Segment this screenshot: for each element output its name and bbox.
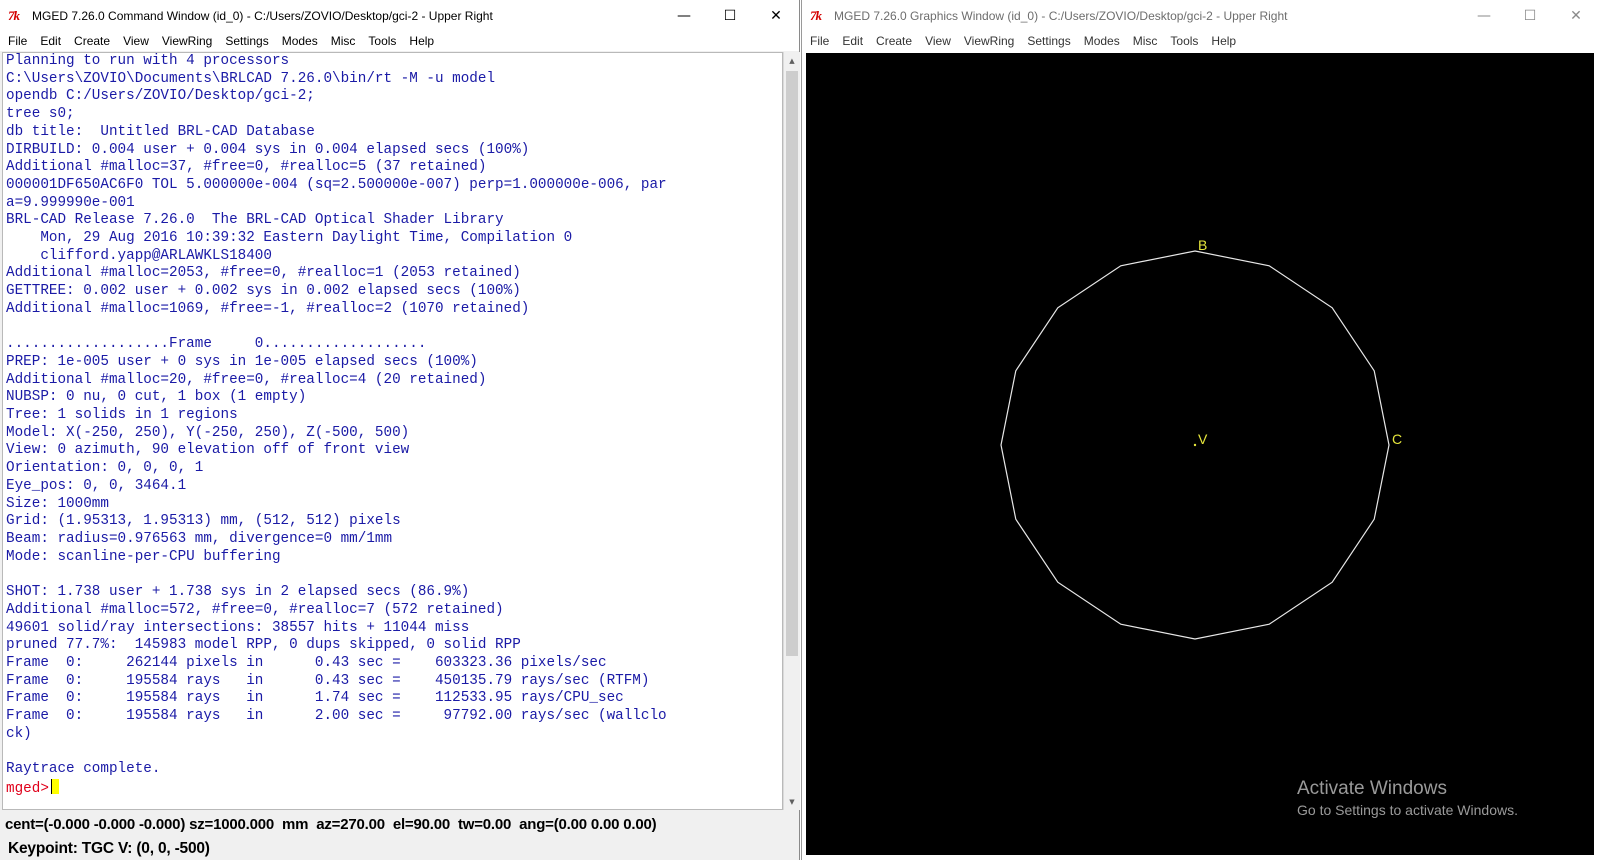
console-line: DIRBUILD: 0.004 user + 0.004 sys in 0.00… <box>6 141 530 158</box>
console-text-area[interactable]: Planning to run with 4 processors C:\User… <box>2 52 783 810</box>
console-line: Additional #malloc=2053, #free=0, #reall… <box>6 265 521 282</box>
graphics-window-title: MGED 7.26.0 Graphics Window (id_0) - C:/… <box>834 8 1288 23</box>
console-line: SHOT: 1.738 user + 1.738 sys in 2 elapse… <box>6 584 470 601</box>
watermark-subtitle: Go to Settings to activate Windows. <box>1297 802 1518 818</box>
console-line: Mon, 29 Aug 2016 10:39:32 Eastern Daylig… <box>6 230 573 247</box>
menu-modes[interactable]: Modes <box>1084 34 1120 48</box>
graphics-viewport[interactable]: B C V <box>806 53 1594 855</box>
console-line: Mode: scanline-per-CPU buffering <box>6 548 281 565</box>
console-output: Planning to run with 4 processors C:\User… <box>6 53 776 799</box>
menu-modes[interactable]: Modes <box>282 34 318 48</box>
console-line: Planning to run with 4 processors <box>6 53 290 69</box>
menu-edit[interactable]: Edit <box>842 34 863 48</box>
menu-viewring[interactable]: ViewRing <box>162 34 212 48</box>
console-line: GETTREE: 0.002 user + 0.002 sys in 0.002… <box>6 283 521 300</box>
console-line: Beam: radius=0.976563 mm, divergence=0 m… <box>6 530 393 547</box>
graphics-window-titlebar[interactable]: 7k MGED 7.26.0 Graphics Window (id_0) - … <box>802 0 1599 31</box>
console-line: 000001DF650AC6F0 TOL 5.000000e-004 (sq=2… <box>6 176 667 193</box>
console-line: Model: X(-250, 250), Y(-250, 250), Z(-50… <box>6 424 410 441</box>
menu-settings[interactable]: Settings <box>1027 34 1070 48</box>
console-line: Additional #malloc=37, #free=0, #realloc… <box>6 159 487 176</box>
console-line: Frame 0: 195584 rays in 0.43 sec = 45013… <box>6 672 650 689</box>
console-line: Frame 0: 195584 rays in 1.74 sec = 11253… <box>6 690 624 707</box>
console-scrollbar[interactable]: ▲ ▼ <box>783 52 800 810</box>
scroll-thumb[interactable] <box>786 71 798 656</box>
console-line: ck) <box>6 725 32 742</box>
console-line: Additional #malloc=1069, #free=-1, #real… <box>6 300 530 317</box>
console-line: PREP: 1e-005 user + 0 sys in 1e-005 elap… <box>6 353 478 370</box>
menu-tools[interactable]: Tools <box>368 34 396 48</box>
menu-edit[interactable]: Edit <box>40 34 61 48</box>
menu-file[interactable]: File <box>8 34 27 48</box>
console-line: Tree: 1 solids in 1 regions <box>6 407 238 424</box>
console-line: db title: Untitled BRL-CAD Database <box>6 123 315 140</box>
console-line: Orientation: 0, 0, 0, 1 <box>6 460 204 477</box>
console-line: Eye_pos: 0, 0, 3464.1 <box>6 477 187 494</box>
vertex-label-v: V <box>1198 431 1208 447</box>
close-button[interactable]: ✕ <box>1553 0 1599 31</box>
activate-windows-watermark: Activate Windows Go to Settings to activ… <box>1297 778 1518 818</box>
console-line: Raytrace complete. <box>6 761 161 778</box>
menu-misc[interactable]: Misc <box>1133 34 1158 48</box>
menu-viewring[interactable]: ViewRing <box>964 34 1014 48</box>
menu-tools[interactable]: Tools <box>1170 34 1198 48</box>
console-line: ...................Frame 0..............… <box>6 336 427 353</box>
maximize-button[interactable]: ☐ <box>1507 0 1553 31</box>
vertex-label-c: C <box>1392 431 1402 447</box>
watermark-title: Activate Windows <box>1297 778 1447 799</box>
console-line: clifford.yapp@ARLAWKLS18400 <box>6 247 272 264</box>
minimize-button[interactable]: — <box>661 0 707 31</box>
tk-logo-icon: 7k <box>8 7 20 23</box>
console-line: opendb C:/Users/ZOVIO/Desktop/gci-2; <box>6 88 315 105</box>
console-line: BRL-CAD Release 7.26.0 The BRL-CAD Optic… <box>6 212 504 229</box>
console-line: Frame 0: 195584 rays in 2.00 sec = 97792… <box>6 708 667 725</box>
menu-help[interactable]: Help <box>1211 34 1236 48</box>
console-line: Grid: (1.95313, 1.95313) mm, (512, 512) … <box>6 513 401 530</box>
command-window: 7k MGED 7.26.0 Command Window (id_0) - C… <box>0 0 800 860</box>
menu-misc[interactable]: Misc <box>331 34 356 48</box>
vertex-point-v <box>1193 443 1197 447</box>
scroll-up-icon[interactable]: ▲ <box>784 52 800 69</box>
console-line: Size: 1000mm <box>6 495 109 512</box>
console-line: C:\Users\ZOVIO\Documents\BRLCAD 7.26.0\b… <box>6 70 496 87</box>
command-window-title: MGED 7.26.0 Command Window (id_0) - C:/U… <box>32 8 493 23</box>
keypoint-status-line: Keypoint: TGC V: (0, 0, -500) <box>8 839 210 857</box>
view-status-line: cent=(-0.000 -0.000 -0.000) sz=1000.000 … <box>5 816 657 833</box>
graphics-window: 7k MGED 7.26.0 Graphics Window (id_0) - … <box>801 0 1599 860</box>
vertex-label-b: B <box>1198 237 1207 253</box>
console-line: Additional #malloc=572, #free=0, #reallo… <box>6 601 504 618</box>
tk-logo-icon: 7k <box>810 7 822 23</box>
text-cursor <box>50 778 59 794</box>
menu-help[interactable]: Help <box>409 34 434 48</box>
console-line: View: 0 azimuth, 90 elevation off of fro… <box>6 442 410 459</box>
command-window-titlebar[interactable]: 7k MGED 7.26.0 Command Window (id_0) - C… <box>0 0 799 31</box>
console-line: a=9.999990e-001 <box>6 194 135 211</box>
menu-create[interactable]: Create <box>876 34 912 48</box>
command-window-menubar: File Edit Create View ViewRing Settings … <box>0 31 799 51</box>
maximize-button[interactable]: ☐ <box>707 0 753 31</box>
menu-create[interactable]: Create <box>74 34 110 48</box>
console-line: NUBSP: 0 nu, 0 cut, 1 box (1 empty) <box>6 389 307 406</box>
console-line: pruned 77.7%: 145983 model RPP, 0 dups s… <box>6 637 521 654</box>
console-line: Additional #malloc=20, #free=0, #realloc… <box>6 371 487 388</box>
command-prompt[interactable]: mged> <box>6 778 776 799</box>
menu-view[interactable]: View <box>123 34 149 48</box>
prompt-label: mged> <box>6 780 49 797</box>
console-line: tree s0; <box>6 106 75 123</box>
menu-file[interactable]: File <box>810 34 829 48</box>
close-button[interactable]: ✕ <box>753 0 799 31</box>
menu-view[interactable]: View <box>925 34 951 48</box>
scroll-down-icon[interactable]: ▼ <box>784 793 800 810</box>
console-line: 49601 solid/ray intersections: 38557 hit… <box>6 619 470 636</box>
minimize-button[interactable]: — <box>1461 0 1507 31</box>
console-line: Frame 0: 262144 pixels in 0.43 sec = 603… <box>6 654 607 671</box>
graphics-window-menubar: File Edit Create View ViewRing Settings … <box>802 31 1599 51</box>
menu-settings[interactable]: Settings <box>225 34 268 48</box>
